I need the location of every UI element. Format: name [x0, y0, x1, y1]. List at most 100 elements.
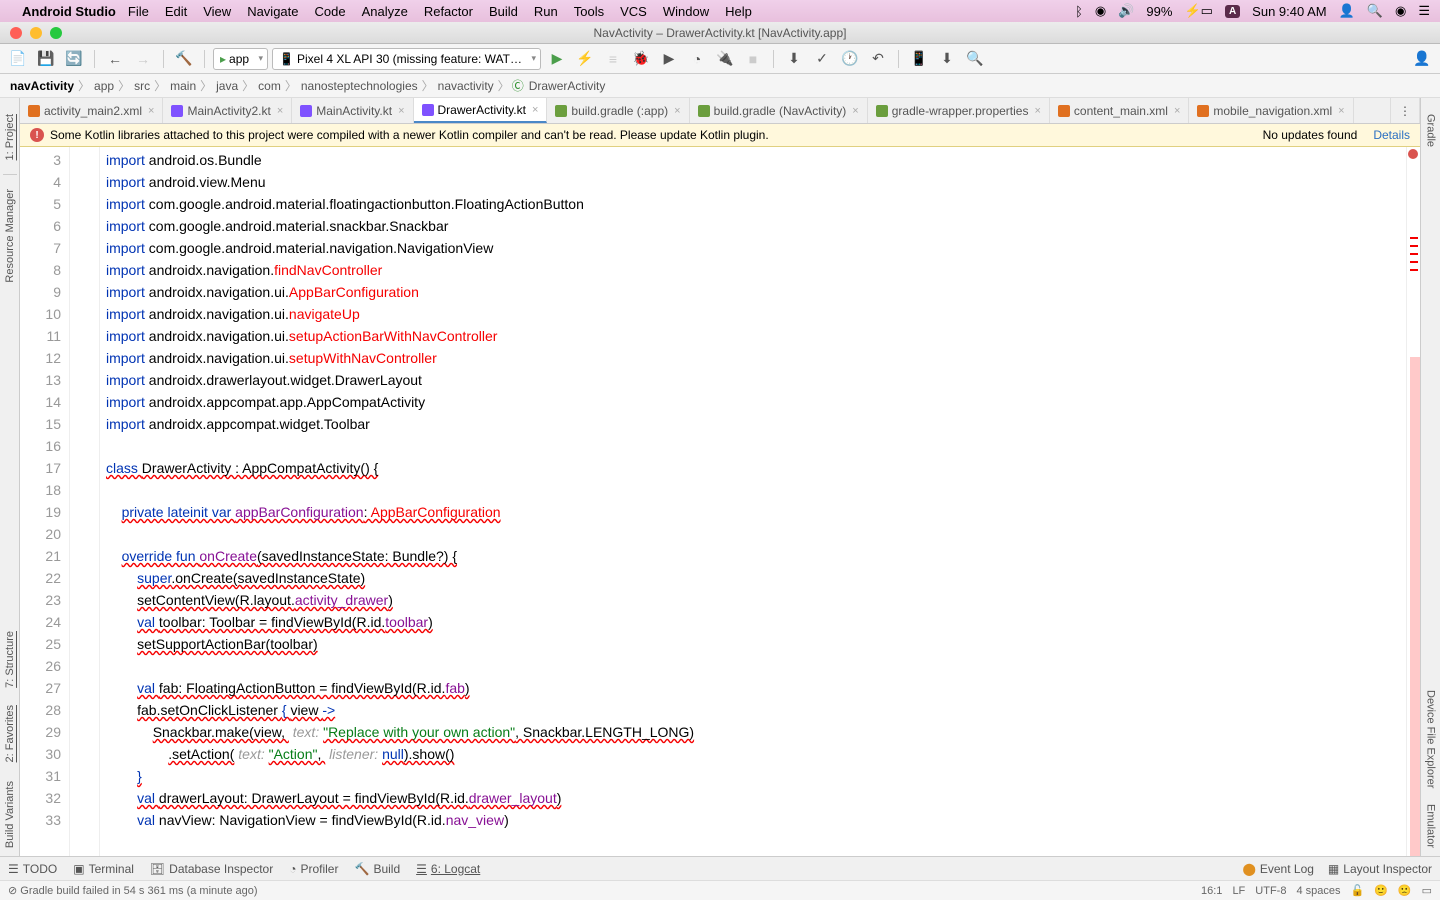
vcs-revert-icon[interactable]: ↶ — [866, 48, 890, 70]
stop-icon[interactable]: ■ — [741, 48, 765, 70]
code-line[interactable]: val navView: NavigationView = findViewBy… — [106, 809, 1406, 831]
crumb[interactable]: app — [92, 79, 116, 93]
code-line[interactable]: class DrawerActivity : AppCompatActivity… — [106, 457, 1406, 479]
apply-changes-icon[interactable]: ⚡ — [573, 48, 597, 70]
close-tab-icon[interactable]: × — [277, 105, 283, 117]
code-line[interactable]: super.onCreate(savedInstanceState) — [106, 567, 1406, 589]
code-line[interactable]: import androidx.drawerlayout.widget.Draw… — [106, 369, 1406, 391]
device-file-explorer-tool[interactable]: Device File Explorer — [1425, 682, 1437, 796]
logcat-tool[interactable]: ☰ 6: Logcat — [416, 862, 480, 876]
code-line[interactable]: import com.google.android.material.snack… — [106, 215, 1406, 237]
menu-file[interactable]: File — [128, 4, 149, 19]
close-tab-icon[interactable]: × — [674, 105, 680, 117]
crumb[interactable]: src — [132, 79, 152, 93]
emulator-tool[interactable]: Emulator — [1425, 796, 1437, 856]
app-name[interactable]: Android Studio — [22, 4, 116, 19]
readonly-lock-icon[interactable]: 🔓 — [1350, 884, 1364, 897]
menu-run[interactable]: Run — [534, 4, 558, 19]
crumb-root[interactable]: navActivity — [8, 79, 76, 93]
menu-view[interactable]: View — [203, 4, 231, 19]
line-ending[interactable]: LF — [1232, 885, 1245, 897]
menu-code[interactable]: Code — [315, 4, 346, 19]
editor-tab[interactable]: DrawerActivity.kt× — [414, 98, 548, 123]
details-link[interactable]: Details — [1373, 128, 1410, 142]
code-line[interactable]: import androidx.appcompat.app.AppCompatA… — [106, 391, 1406, 413]
code-line[interactable]: setContentView(R.layout.activity_drawer) — [106, 589, 1406, 611]
code-line[interactable]: val fab: FloatingActionButton = findView… — [106, 677, 1406, 699]
code-line[interactable]: import androidx.navigation.ui.setupWithN… — [106, 347, 1406, 369]
todo-tool[interactable]: ☰ TODO — [8, 862, 57, 876]
minimize-window-button[interactable] — [30, 27, 42, 39]
sdk-manager-icon[interactable]: ⬇ — [935, 48, 959, 70]
attach-debugger-icon[interactable]: 🔌 — [713, 48, 737, 70]
crumb[interactable]: navactivity — [436, 79, 496, 93]
clock[interactable]: Sun 9:40 AM — [1252, 4, 1326, 19]
code-line[interactable]: import android.view.Menu — [106, 171, 1406, 193]
database-inspector-tool[interactable]: 🗄 Database Inspector — [150, 862, 273, 876]
run-config-selector[interactable]: ▸app — [213, 48, 268, 70]
build-tool[interactable]: 🔨 Build — [354, 862, 400, 876]
menu-edit[interactable]: Edit — [165, 4, 187, 19]
code-line[interactable]: import androidx.navigation.ui.AppBarConf… — [106, 281, 1406, 303]
code-line[interactable]: } — [106, 765, 1406, 787]
code-line[interactable]: import androidx.navigation.findNavContro… — [106, 259, 1406, 281]
vcs-commit-icon[interactable]: ✓ — [810, 48, 834, 70]
nav-forward-icon[interactable]: → — [131, 48, 155, 70]
code-line[interactable]: val drawerLayout: DrawerLayout = findVie… — [106, 787, 1406, 809]
close-tab-icon[interactable]: × — [1338, 105, 1344, 117]
caret-position[interactable]: 16:1 — [1201, 885, 1222, 897]
editor-tab[interactable]: MainActivity2.kt× — [163, 98, 292, 123]
siri-icon[interactable]: ◉ — [1395, 3, 1406, 19]
close-tab-icon[interactable]: × — [532, 104, 538, 116]
editor-tab[interactable]: build.gradle (:app)× — [547, 98, 689, 123]
code-line[interactable]: setSupportActionBar(toolbar) — [106, 633, 1406, 655]
code-line[interactable]: import androidx.navigation.ui.navigateUp — [106, 303, 1406, 325]
code-line[interactable] — [106, 655, 1406, 677]
menu-build[interactable]: Build — [489, 4, 518, 19]
error-stripe[interactable] — [1406, 147, 1420, 856]
project-tool[interactable]: 1: Project — [4, 106, 16, 168]
editor-tab[interactable]: gradle-wrapper.properties× — [868, 98, 1050, 123]
editor-tab[interactable]: activity_main2.xml× — [20, 98, 163, 123]
code-line[interactable]: import androidx.navigation.ui.setupActio… — [106, 325, 1406, 347]
code-line[interactable]: val toolbar: Toolbar = findViewById(R.id… — [106, 611, 1406, 633]
run-icon[interactable]: ▶ — [545, 48, 569, 70]
code-line[interactable]: .setAction( text: "Action", listener: nu… — [106, 743, 1406, 765]
control-center-icon[interactable]: ☰ — [1418, 3, 1430, 19]
close-tab-icon[interactable]: × — [148, 105, 154, 117]
gradle-tool[interactable]: Gradle — [1425, 106, 1437, 155]
nav-back-icon[interactable]: ← — [103, 48, 127, 70]
close-tab-icon[interactable]: × — [852, 105, 858, 117]
bluetooth-icon[interactable]: ᛒ — [1075, 4, 1083, 19]
avd-manager-icon[interactable]: 📱 — [907, 48, 931, 70]
resource-manager-tool[interactable]: Resource Manager — [4, 181, 16, 291]
code-line[interactable]: import android.os.Bundle — [106, 149, 1406, 171]
menu-analyze[interactable]: Analyze — [362, 4, 408, 19]
layout-inspector-tool[interactable]: ▦ Layout Inspector — [1328, 862, 1432, 876]
apply-code-icon[interactable]: ≡ — [601, 48, 625, 70]
spotlight-icon[interactable]: 🔍 — [1367, 3, 1383, 19]
wifi-icon[interactable]: ◉ — [1095, 3, 1106, 19]
debug-icon[interactable]: 🐞 — [629, 48, 653, 70]
search-everywhere-icon[interactable]: 🔍 — [963, 48, 987, 70]
crumb[interactable]: com — [256, 79, 283, 93]
code-line[interactable] — [106, 435, 1406, 457]
close-tab-icon[interactable]: × — [398, 105, 404, 117]
code-line[interactable]: Snackbar.make(view, text: "Replace with … — [106, 721, 1406, 743]
make-project-icon[interactable]: 🔨 — [172, 48, 196, 70]
save-icon[interactable]: 💾 — [34, 48, 58, 70]
code-line[interactable]: import com.google.android.material.float… — [106, 193, 1406, 215]
code-line[interactable]: import androidx.appcompat.widget.Toolbar — [106, 413, 1406, 435]
structure-tool[interactable]: 7: Structure — [4, 623, 16, 696]
profiler-icon[interactable]: ◔ — [685, 48, 709, 70]
sync-icon[interactable]: 🔄 — [62, 48, 86, 70]
code-line[interactable]: override fun onCreate(savedInstanceState… — [106, 545, 1406, 567]
code-line[interactable]: private lateinit var appBarConfiguration… — [106, 501, 1406, 523]
battery-icon[interactable]: ⚡▭ — [1184, 3, 1212, 19]
code-editor[interactable]: 3456789101112131415161718192021222324252… — [20, 147, 1420, 856]
menu-navigate[interactable]: Navigate — [247, 4, 298, 19]
coverage-icon[interactable]: ▶ — [657, 48, 681, 70]
memory-indicator-icon[interactable]: ▭ — [1422, 884, 1432, 897]
error-indicator-icon[interactable] — [1408, 149, 1418, 159]
open-icon[interactable]: 📄 — [6, 48, 30, 70]
